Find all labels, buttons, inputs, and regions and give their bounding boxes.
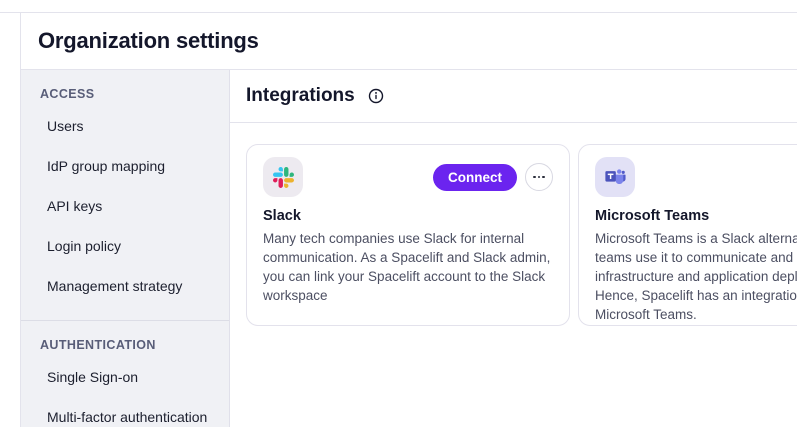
slack-icon: [263, 157, 303, 197]
sidebar-section-label-authentication: AUTHENTICATION: [21, 333, 229, 357]
sidebar-item-idp-group-mapping[interactable]: IdP group mapping: [21, 146, 229, 186]
sidebar-section-label-access: ACCESS: [21, 82, 229, 106]
slack-card-description: Many tech companies use Slack for intern…: [263, 229, 553, 305]
sidebar-section-authentication: AUTHENTICATION Single Sign-on Multi-fact…: [21, 321, 229, 427]
sidebar-item-users[interactable]: Users: [21, 106, 229, 146]
more-options-icon[interactable]: [525, 163, 553, 191]
page-title: Organization settings: [38, 28, 259, 54]
organization-settings-panel: Organization settings ACCESS Users IdP g…: [20, 13, 797, 427]
info-icon[interactable]: [368, 88, 384, 104]
left-gutter: [0, 13, 20, 427]
panel-body: ACCESS Users IdP group mapping API keys …: [21, 70, 797, 427]
slack-connect-button[interactable]: Connect: [433, 164, 517, 191]
slack-card-title: Slack: [263, 208, 553, 224]
page-frame: Organization settings ACCESS Users IdP g…: [0, 12, 797, 427]
settings-sidebar: ACCESS Users IdP group mapping API keys …: [21, 70, 230, 427]
top-margin: [0, 0, 797, 12]
sidebar-item-multi-factor-authentication[interactable]: Multi-factor authentication: [21, 397, 229, 427]
sidebar-item-login-policy[interactable]: Login policy: [21, 226, 229, 266]
integration-cards-row: Connect Slack Many tech companies use Sl…: [230, 123, 797, 347]
teams-card-title: Microsoft Teams: [595, 208, 797, 224]
sidebar-item-single-sign-on[interactable]: Single Sign-on: [21, 357, 229, 397]
teams-card-description: Microsoft Teams is a Slack alternative. …: [595, 229, 797, 324]
integrations-header: Integrations: [230, 70, 797, 123]
microsoft-teams-icon: [595, 157, 635, 197]
sidebar-item-management-strategy[interactable]: Management strategy: [21, 266, 229, 306]
slack-card-top: Connect: [263, 155, 553, 199]
integration-card-microsoft-teams: Microsoft Teams Microsoft Teams is a Sla…: [578, 144, 797, 326]
teams-card-top: [595, 155, 797, 199]
sidebar-section-access: ACCESS Users IdP group mapping API keys …: [21, 82, 229, 306]
panel-header: Organization settings: [21, 13, 797, 70]
integrations-heading: Integrations: [246, 85, 355, 107]
integrations-content: Integrations: [230, 70, 797, 427]
integration-card-slack: Connect Slack Many tech companies use Sl…: [246, 144, 570, 326]
sidebar-item-api-keys[interactable]: API keys: [21, 186, 229, 226]
